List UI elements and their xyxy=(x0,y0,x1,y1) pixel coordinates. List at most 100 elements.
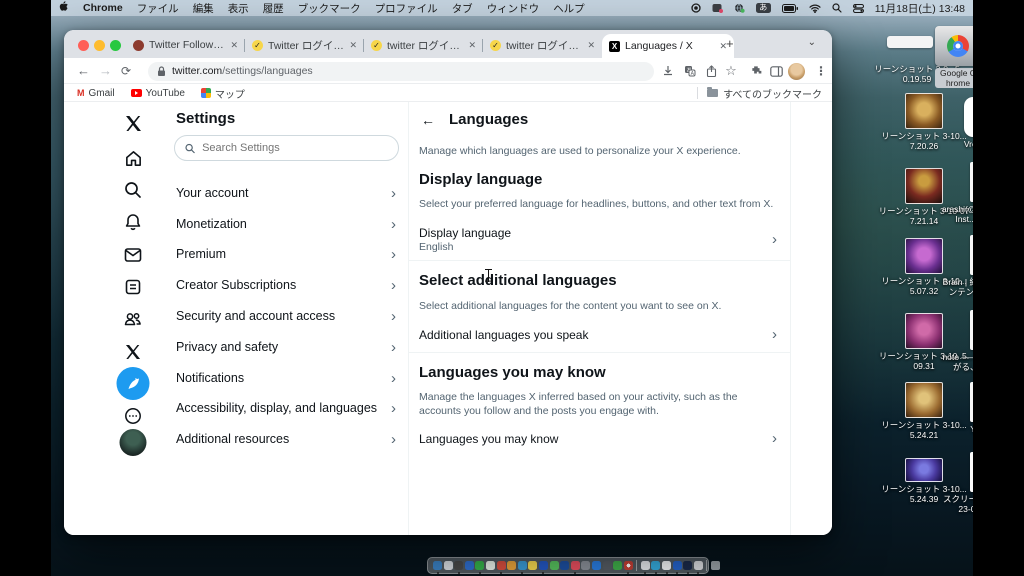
compose-post-button[interactable] xyxy=(116,367,150,400)
dock-icon[interactable] xyxy=(683,561,693,574)
row-display-language[interactable]: Display language English › xyxy=(409,226,790,253)
settings-search-box[interactable] xyxy=(174,135,399,161)
back-button[interactable]: ← xyxy=(77,63,90,78)
menu-view[interactable]: 表示 xyxy=(228,1,249,16)
profile-avatar[interactable] xyxy=(787,62,805,80)
communities-icon[interactable] xyxy=(123,309,143,329)
messages-icon[interactable] xyxy=(123,245,143,265)
tab-twitter-login-2[interactable]: twitter ログイン, Norton ✕ xyxy=(364,32,483,58)
battery-icon[interactable] xyxy=(781,3,798,13)
desktop-icon-vrew[interactable]: V Vrew 1.8.0 xyxy=(938,97,973,149)
dock-icon[interactable] xyxy=(528,561,538,570)
tab-twitter-login-1[interactable]: Twitter ログイン, Norton ✕ xyxy=(245,32,364,58)
extensions-puzzle-icon[interactable] xyxy=(748,62,766,80)
dock-icon[interactable] xyxy=(581,561,591,570)
dock-icon[interactable] xyxy=(454,561,464,574)
menu-tab[interactable]: タブ xyxy=(452,1,473,16)
menu-edit[interactable]: 編集 xyxy=(193,1,214,16)
close-tab-icon[interactable]: ✕ xyxy=(468,40,476,51)
bookmark-maps[interactable]: マップ xyxy=(200,86,245,101)
notifications-bell-icon[interactable] xyxy=(123,212,143,232)
dock-icon[interactable] xyxy=(538,561,548,574)
search-settings-input[interactable] xyxy=(202,142,388,154)
settings-item-your-account[interactable]: Your account › xyxy=(165,178,408,208)
dock-icon[interactable] xyxy=(640,561,650,574)
dock-icon[interactable] xyxy=(613,561,623,570)
row-additional-languages[interactable]: Additional languages you speak › xyxy=(409,326,790,343)
back-arrow-icon[interactable]: ← xyxy=(421,112,449,128)
dock-icon[interactable] xyxy=(693,561,703,574)
menu-bar-clock[interactable]: 11月18日(土) 13:48 xyxy=(875,1,965,16)
minimize-window-button[interactable] xyxy=(94,39,105,51)
tab-languages-active[interactable]: X Languages / X ✕ xyxy=(602,34,734,58)
address-bar[interactable]: twitter.com/settings/languages xyxy=(148,61,654,81)
dock-icon-appstore[interactable] xyxy=(591,561,601,570)
home-icon[interactable] xyxy=(123,148,143,168)
menu-window[interactable]: ウィンドウ xyxy=(487,1,540,16)
globe-status-icon[interactable] xyxy=(734,3,745,13)
new-tab-button[interactable]: + xyxy=(726,36,734,51)
settings-item-creator-subscriptions[interactable]: Creator Subscriptions › xyxy=(165,270,408,300)
premium-x-icon[interactable] xyxy=(123,342,143,362)
dock-icon[interactable] xyxy=(496,561,506,574)
close-tab-icon[interactable]: ✕ xyxy=(587,40,595,51)
menu-help[interactable]: ヘルプ xyxy=(553,1,585,16)
desktop-icon-weblink[interactable]: @HTTP YouTube xyxy=(941,382,973,434)
desktop-icon-weblink[interactable]: @HTTP arashi(@arashi758 7)・Inst...写真と動画 xyxy=(941,162,973,224)
zoom-window-button[interactable] xyxy=(110,39,121,51)
dock-icon[interactable] xyxy=(507,561,517,570)
translate-icon[interactable]: あA xyxy=(681,62,699,80)
close-tab-icon[interactable]: ✕ xyxy=(349,40,357,51)
dock-icon[interactable] xyxy=(672,561,682,574)
dock-icon-chrome[interactable] xyxy=(623,561,633,574)
desktop-icon-weblink[interactable]: @HTTP Brain | 紹介機能付き コンテンツ…ブレイン xyxy=(941,235,973,297)
tab-twitter-login-3[interactable]: twitter ログイン, Norton ✕ xyxy=(483,32,602,58)
dock-icon[interactable] xyxy=(651,561,661,574)
explore-search-icon[interactable] xyxy=(123,180,143,200)
more-options-icon[interactable] xyxy=(123,406,143,426)
menu-profiles[interactable]: プロファイル xyxy=(375,1,438,16)
dock-icon[interactable] xyxy=(602,561,612,570)
wifi-icon[interactable] xyxy=(809,4,821,13)
desktop-icon-chrome-installer[interactable]: Google Chrome xyxy=(935,26,973,89)
dock-icon[interactable] xyxy=(549,561,559,570)
apple-menu-icon[interactable] xyxy=(59,1,69,15)
settings-item-premium[interactable]: Premium › xyxy=(165,239,408,269)
settings-item-monetization[interactable]: Monetization › xyxy=(165,209,408,239)
settings-item-security[interactable]: Security and account access › xyxy=(165,301,408,331)
spotlight-search-icon[interactable] xyxy=(832,3,842,13)
x-logo-icon[interactable] xyxy=(123,113,143,133)
menu-history[interactable]: 履歴 xyxy=(263,1,284,16)
settings-item-notifications[interactable]: Notifications › xyxy=(165,363,408,393)
dock-icon[interactable] xyxy=(464,561,474,570)
dock-icon-finder[interactable] xyxy=(433,561,442,574)
dock[interactable] xyxy=(427,557,721,574)
input-source-icon[interactable]: あ xyxy=(755,3,771,13)
side-panel-icon[interactable] xyxy=(767,62,785,80)
bookmark-star-icon[interactable]: ☆ xyxy=(722,62,740,80)
desktop-icon-weblink[interactable]: @HTTP note ——つくる、つ ながる、とどける。 xyxy=(941,310,973,372)
dock-icon[interactable] xyxy=(443,561,453,570)
settings-item-accessibility[interactable]: Accessibility, display, and languages › xyxy=(165,393,408,423)
forward-button[interactable]: → xyxy=(99,63,112,78)
menu-app-name[interactable]: Chrome xyxy=(83,2,123,14)
share-icon[interactable] xyxy=(702,62,720,80)
tab-search-chevron-icon[interactable]: ⌄ xyxy=(808,37,816,48)
record-status-icon[interactable] xyxy=(691,3,701,13)
dock-icon-trash[interactable] xyxy=(711,561,721,570)
dock-icon[interactable] xyxy=(475,561,485,574)
row-languages-you-may-know[interactable]: Languages you may know › xyxy=(409,430,790,447)
dock-icon[interactable] xyxy=(517,561,527,574)
desktop-icon-screenshot-doc[interactable]: スクリーンショット 2023-0...13.18.06 xyxy=(941,452,973,514)
menu-file[interactable]: ファイル xyxy=(137,1,179,16)
reload-button[interactable]: ⟳ xyxy=(121,64,131,78)
app-status-icon[interactable] xyxy=(712,3,723,13)
dock-icon[interactable] xyxy=(662,561,672,574)
settings-item-privacy[interactable]: Privacy and safety › xyxy=(165,332,408,362)
bookmark-gmail[interactable]: M Gmail xyxy=(77,88,115,99)
bookmark-youtube[interactable]: YouTube xyxy=(130,88,185,99)
dock-icon[interactable] xyxy=(485,561,495,570)
kebab-menu-icon[interactable]: ⋮ xyxy=(812,62,830,80)
dock-icon-music[interactable] xyxy=(570,561,580,574)
menu-bookmarks[interactable]: ブックマーク xyxy=(298,1,361,16)
